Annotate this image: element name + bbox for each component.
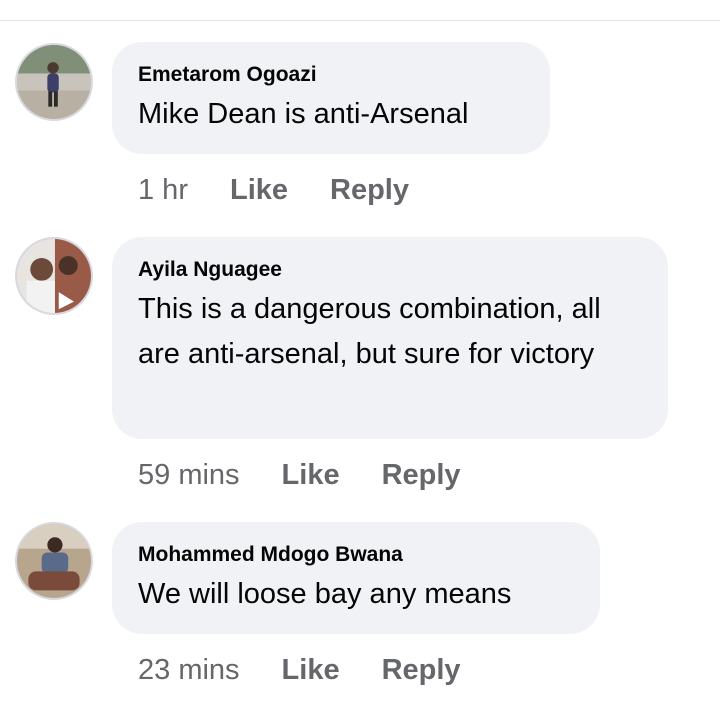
comment-actions: 59 mins Like Reply	[138, 455, 503, 495]
comment-bubble: Emetarom Ogoazi Mike Dean is anti-Arsena…	[112, 42, 550, 154]
comment-actions: 23 mins Like Reply	[138, 650, 503, 690]
avatar[interactable]	[15, 237, 93, 315]
comment-bubble: Ayila Nguagee This is a dangerous combin…	[112, 237, 668, 439]
profile-photo-icon	[17, 45, 91, 119]
avatar[interactable]	[15, 522, 93, 600]
like-button[interactable]: Like	[230, 174, 288, 207]
like-button[interactable]: Like	[282, 654, 340, 687]
comment-actions: 1 hr Like Reply	[138, 170, 451, 210]
profile-photo-icon	[17, 239, 91, 313]
reply-button[interactable]: Reply	[382, 459, 461, 492]
comment-author[interactable]: Mohammed Mdogo Bwana	[138, 542, 572, 568]
comment-time[interactable]: 59 mins	[138, 459, 240, 492]
profile-photo-icon	[17, 524, 91, 598]
comment-bubble: Mohammed Mdogo Bwana We will loose bay a…	[112, 522, 600, 634]
comment-author[interactable]: Emetarom Ogoazi	[138, 62, 522, 88]
comment-time[interactable]: 1 hr	[138, 174, 188, 207]
comment-text: This is a dangerous combination, all are…	[138, 293, 601, 370]
like-button[interactable]: Like	[282, 459, 340, 492]
comment-author[interactable]: Ayila Nguagee	[138, 257, 640, 283]
comment-time[interactable]: 23 mins	[138, 654, 240, 687]
avatar[interactable]	[15, 43, 93, 121]
comment-text: Mike Dean is anti-Arsenal	[138, 98, 469, 130]
reply-button[interactable]: Reply	[330, 174, 409, 207]
reply-button[interactable]: Reply	[382, 654, 461, 687]
comment-text: We will loose bay any means	[138, 578, 512, 610]
top-divider	[0, 20, 720, 21]
